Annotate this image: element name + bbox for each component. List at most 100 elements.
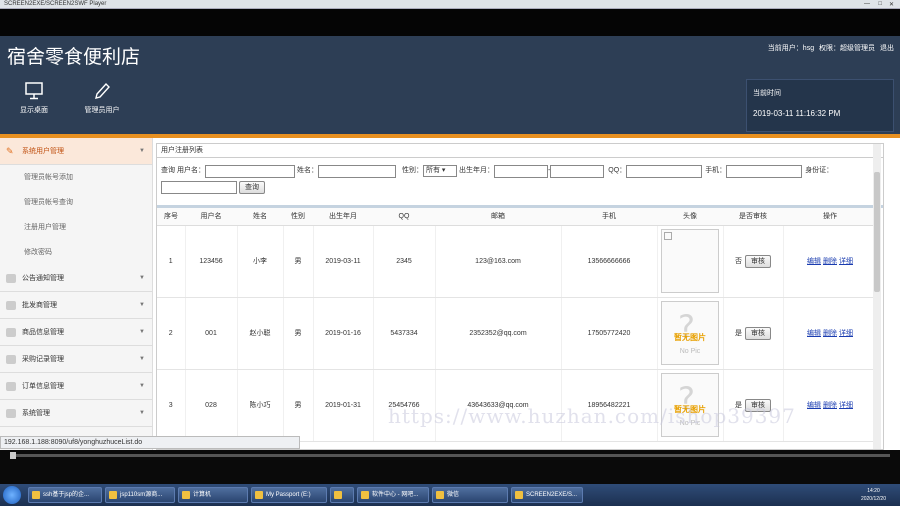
detail-link[interactable]: 详细 xyxy=(839,330,853,337)
sidebar-item-products[interactable]: 商品信息管理 ▼ xyxy=(0,319,152,346)
taskbar-clock[interactable]: 14:20 2020/12/20 xyxy=(861,487,886,503)
birth-end-input[interactable] xyxy=(550,164,605,178)
phone-input[interactable] xyxy=(726,164,803,178)
app-header: 宿舍零食便利店 当前用户：hsg 权限：超级管理员 退出 显示桌面 管理员用户 … xyxy=(0,36,900,138)
player-controls xyxy=(0,450,900,484)
monitor-icon xyxy=(25,82,43,100)
app-window: 宿舍零食便利店 当前用户：hsg 权限：超级管理员 退出 显示桌面 管理员用户 … xyxy=(0,36,900,450)
cell-email: 123@163.com xyxy=(435,225,562,298)
show-desktop-button[interactable]: 显示桌面 xyxy=(4,82,64,115)
sidebar-item-announcements[interactable]: 公告通知管理 ▼ xyxy=(0,265,152,292)
scrollbar-thumb[interactable] xyxy=(874,172,880,292)
taskbar-item[interactable]: My Passport (E:) xyxy=(251,487,327,503)
sidebar-item-system-users[interactable]: ✎ 系统用户管理 ▼ xyxy=(0,138,152,165)
qq-input[interactable] xyxy=(626,164,703,178)
chevron-down-icon: ▼ xyxy=(139,275,145,281)
cell-gender: 男 xyxy=(283,297,314,370)
sidebar-subitem-admin-query[interactable]: 管理员帐号查询 xyxy=(0,190,152,215)
review-button[interactable]: 审核 xyxy=(745,326,771,340)
cell-approved: 是审核 xyxy=(723,297,784,370)
cell-birth: 2019-03-11 xyxy=(313,225,374,298)
menu-icon xyxy=(6,355,16,364)
logout-link[interactable]: 退出 xyxy=(880,45,894,52)
minimize-icon[interactable]: — xyxy=(864,1,870,7)
sidebar-item-label: 公告通知管理 xyxy=(22,275,64,282)
no-image-caption: 暂无图片 xyxy=(674,333,706,342)
sidebar: ✎ 系统用户管理 ▼ 管理员帐号添加 管理员帐号查询 注册用户管理 修改密码 公… xyxy=(0,138,153,450)
cell-qq: 5437334 xyxy=(373,297,436,370)
user-info: 当前用户：hsg 权限：超级管理员 退出 xyxy=(765,43,894,53)
col-qq: QQ xyxy=(373,208,435,226)
cell-name: 赵小聪 xyxy=(237,297,284,370)
cell-username: 123456 xyxy=(185,225,238,298)
detail-link[interactable]: 详细 xyxy=(839,402,853,409)
table-row: 1 123456 小李 男 2019-03-11 2345 123@163.co… xyxy=(157,225,878,298)
qq-label: QQ： xyxy=(608,167,627,174)
no-pic-text: No Pic xyxy=(679,348,701,355)
birth-label: 出生年月： xyxy=(458,167,494,174)
birth-start-input[interactable] xyxy=(493,164,548,178)
detail-link[interactable]: 详细 xyxy=(839,258,853,265)
sidebar-subitem-admin-add[interactable]: 管理员帐号添加 xyxy=(0,165,152,190)
sidebar-item-label: 批发商管理 xyxy=(22,302,57,309)
sidebar-item-label: 采购记录管理 xyxy=(22,356,64,363)
close-icon[interactable]: ✕ xyxy=(889,1,894,8)
taskbar-item[interactable]: 软件中心 - 网吧... xyxy=(357,487,429,503)
cell-phone: 17505772420 xyxy=(561,297,658,370)
chevron-down-icon: ▼ xyxy=(139,302,145,308)
sidebar-subitem-registered-users[interactable]: 注册用户管理 xyxy=(0,215,152,240)
taskbar-item[interactable]: 微信 xyxy=(432,487,508,503)
sidebar-item-orders[interactable]: 订单信息管理 ▼ xyxy=(0,373,152,400)
chevron-down-icon: ▼ xyxy=(139,410,145,416)
status-url: 192.168.1.188:8090/uf8/yonghuzhuceList.d… xyxy=(0,436,300,449)
sidebar-item-wholesalers[interactable]: 批发商管理 ▼ xyxy=(0,292,152,319)
name-input[interactable] xyxy=(317,164,396,178)
start-button-icon[interactable] xyxy=(3,486,21,504)
edit-link[interactable]: 编辑 xyxy=(807,258,821,265)
menu-icon xyxy=(6,274,16,283)
taskbar-item[interactable]: SCREEN2EXE/S... xyxy=(511,487,583,503)
approved-value: 否 xyxy=(735,258,742,265)
cell-avatar: ? 暂无图片 No Pic xyxy=(657,297,724,370)
delete-link[interactable]: 删除 xyxy=(823,258,837,265)
taskbar-item[interactable]: jsp110sm源商... xyxy=(105,487,175,503)
cell-birth: 2019-01-31 xyxy=(313,369,374,442)
player-top-border xyxy=(0,9,900,36)
taskbar: ssh基于jsp的企... jsp110sm源商... 计算机 My Passp… xyxy=(0,484,900,506)
cell-no: 1 xyxy=(157,225,186,298)
username-label: 用户名： xyxy=(176,167,205,174)
delete-link[interactable]: 删除 xyxy=(823,402,837,409)
vertical-scrollbar[interactable] xyxy=(873,144,881,449)
watermark: https://www.huzhan.com/ishop39397 xyxy=(388,404,796,428)
cell-birth: 2019-01-16 xyxy=(313,297,374,370)
search-button[interactable]: 查询 xyxy=(238,180,265,194)
username-input[interactable] xyxy=(204,164,295,178)
col-ops: 操作 xyxy=(783,208,877,226)
col-email: 邮箱 xyxy=(435,208,561,226)
sidebar-item-label: 系统管理 xyxy=(22,410,50,417)
edit-link[interactable]: 编辑 xyxy=(807,402,821,409)
admin-user-button[interactable]: 管理员用户 xyxy=(72,82,132,115)
review-button[interactable]: 审核 xyxy=(745,254,771,268)
seek-knob[interactable] xyxy=(10,452,16,459)
edit-link[interactable]: 编辑 xyxy=(807,330,821,337)
pencil-icon: ✎ xyxy=(6,146,14,156)
cell-email: 2352352@qq.com xyxy=(435,297,562,370)
taskbar-item[interactable]: 计算机 xyxy=(178,487,248,503)
seek-bar[interactable] xyxy=(10,452,890,459)
taskbar-item[interactable] xyxy=(330,487,354,503)
taskbar-item[interactable]: ssh基于jsp的企... xyxy=(28,487,102,503)
gender-select[interactable]: 所有 ▾ xyxy=(422,165,457,177)
gender-label: 性别： xyxy=(401,167,423,174)
sidebar-item-system[interactable]: 系统管理 ▼ xyxy=(0,400,152,427)
sidebar-item-purchases[interactable]: 采购记录管理 ▼ xyxy=(0,346,152,373)
delete-link[interactable]: 删除 xyxy=(823,330,837,337)
col-phone: 手机 xyxy=(561,208,657,226)
table-row: 2 001 赵小聪 男 2019-01-16 5437334 2352352@q… xyxy=(157,297,878,370)
id-input[interactable] xyxy=(161,180,237,194)
player-title: SCREEN2EXE/SCREEN2SWF Player xyxy=(4,1,107,7)
sidebar-subitem-change-password[interactable]: 修改密码 xyxy=(0,240,152,265)
table-header: 序号 用户名 姓名 性别 出生年月 QQ 邮箱 手机 头像 是否审核 操作 xyxy=(157,208,877,226)
maximize-icon[interactable]: □ xyxy=(878,1,882,7)
phone-label: 手机： xyxy=(705,167,727,174)
